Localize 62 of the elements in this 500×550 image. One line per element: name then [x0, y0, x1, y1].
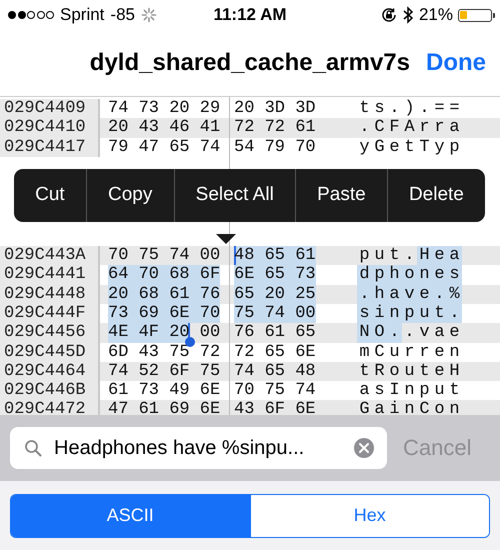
battery-icon	[458, 8, 492, 22]
address-cell: 029C4417	[0, 138, 100, 157]
hex-bytes: 70 75 74	[233, 381, 317, 400]
hex-bytes: 20 3D 3D	[233, 99, 317, 118]
hex-bytes: 79 47 65 74	[107, 138, 222, 157]
menu-item[interactable]: Cut	[14, 168, 86, 222]
address-cell: 029C4409	[0, 99, 100, 118]
address-cell: 029C4472	[0, 400, 100, 415]
address-cell: 029C4441	[0, 265, 100, 285]
search-icon	[24, 439, 42, 457]
ascii-text: G a i n C o n	[358, 400, 461, 415]
hex-bytes: 74 52 6F 75	[107, 362, 222, 382]
bluetooth-icon	[402, 6, 414, 24]
ascii-text: . h a v e . %	[357, 284, 462, 304]
menu-item[interactable]: Delete	[388, 168, 486, 222]
ascii-text: y G e t T y p	[358, 138, 461, 157]
ascii-text: m C u r r e n	[358, 342, 461, 362]
ascii-text: t R o u t e H	[358, 362, 461, 382]
hex-bytes: 6D 43 75 72	[107, 342, 222, 362]
address-cell: 029C446B	[0, 381, 100, 400]
hex-bytes: 74 65 48	[233, 362, 317, 382]
hex-bytes: 20 43 46 41	[107, 118, 222, 138]
search-field[interactable]: Headphones have %sinpu...	[10, 427, 387, 469]
address-cell: 029C4464	[0, 362, 100, 382]
hex-bytes: 65 20 25	[233, 284, 317, 304]
hex-bytes: 72 65 6E	[233, 342, 317, 362]
address-cell: 029C4410	[0, 118, 100, 138]
hex-bytes: 43 6F 6E	[233, 400, 317, 415]
signal-strength: -85	[110, 5, 135, 25]
hex-bytes: 72 72 61	[233, 118, 317, 138]
signal-icon	[8, 11, 54, 19]
ascii-text: d p h o n e s	[357, 265, 462, 285]
address-cell: 029C4448	[0, 284, 100, 304]
rotation-lock-icon	[380, 6, 398, 24]
carrier-name: Sprint	[60, 5, 104, 25]
menu-item[interactable]: Copy	[86, 168, 174, 222]
window-title: dyld_shared_cache_armv7s	[90, 49, 410, 77]
segment-tab[interactable]: Hex	[250, 494, 489, 536]
hex-bytes: 74 73 20 29	[107, 99, 222, 118]
address-cell: 029C445D	[0, 342, 100, 362]
ascii-text: s i n p u t .	[357, 304, 462, 324]
menu-item[interactable]: Paste	[296, 168, 387, 222]
hex-bytes: 61 73 49 6E	[107, 381, 222, 400]
ascii-text: t s . ) . = =	[358, 99, 461, 118]
address-cell: 029C443A	[0, 246, 100, 266]
ascii-text: a s I n p u t	[358, 381, 461, 400]
address-cell: 029C444F	[0, 304, 100, 324]
battery-percent: 21%	[418, 5, 453, 25]
hex-bytes: 76 61 65	[233, 323, 317, 343]
ascii-text: N O . . v a e	[357, 323, 461, 343]
menu-item[interactable]: Select All	[174, 168, 295, 222]
address-cell: 029C4456	[0, 323, 100, 343]
hex-bytes: 54 79 70	[233, 138, 317, 157]
hex-bytes: 70 75 74 00	[107, 246, 222, 266]
segment-tab[interactable]: ASCII	[11, 494, 250, 536]
hex-bytes: 47 61 69 6E	[107, 400, 222, 415]
clear-icon[interactable]	[353, 437, 375, 459]
done-button[interactable]: Done	[426, 49, 486, 77]
activity-spinner-icon	[141, 7, 157, 23]
ascii-text: p u t . H e a	[358, 246, 462, 266]
ascii-text: . C F A r r a	[358, 118, 461, 138]
clock-time: 11:12 AM	[213, 5, 287, 25]
